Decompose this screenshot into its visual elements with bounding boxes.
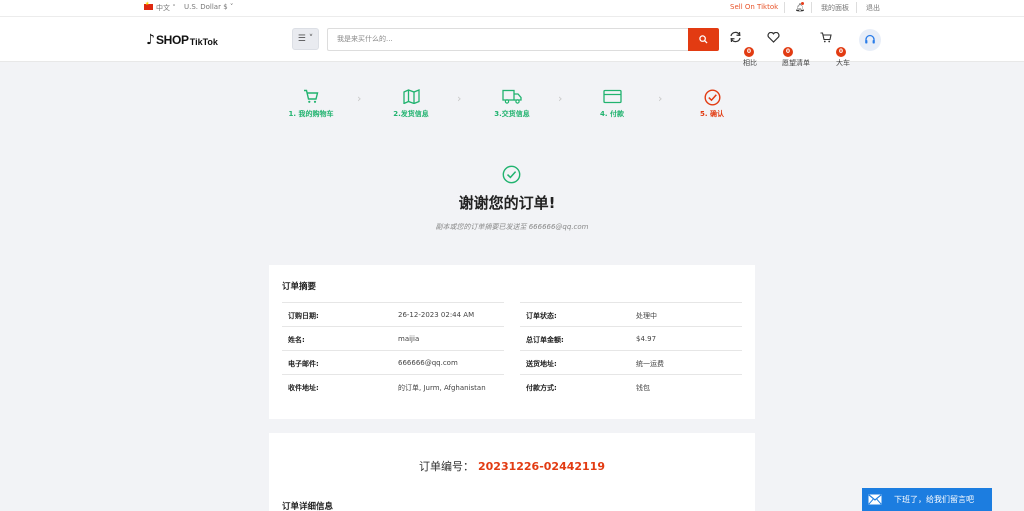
order-details-title: 订单详细信息 (282, 502, 334, 511)
envelope-icon (868, 494, 882, 505)
chevron-right-icon: › (658, 92, 663, 105)
summary-row: 收件地址: 的订单, Jurm, Afghanistan (282, 374, 504, 398)
order-number-line: 订单编号： 20231226-02442119 (269, 458, 755, 474)
order-summary-title: 订单摘要 (282, 282, 317, 292)
step-payment[interactable]: 4. 付款 (572, 89, 652, 119)
compare-count-badge: 0 (744, 47, 754, 57)
currency-selector[interactable]: U.S. Dollar $ ˅ (184, 3, 233, 11)
wishlist-button[interactable] (767, 32, 780, 43)
summary-key: 付款方式: (526, 384, 557, 392)
search-button[interactable] (688, 28, 719, 51)
leave-message-chat-widget[interactable]: 下班了，给我们留言吧 (862, 488, 992, 511)
check-circle-icon (502, 165, 521, 184)
order-summary-card: 订单摘要 订购日期: 26-12-2023 02:44 AM 姓名: maiji… (269, 265, 755, 419)
search-icon (699, 35, 708, 44)
cart-icon (304, 89, 319, 103)
china-flag-icon (144, 1, 153, 10)
map-icon (402, 89, 420, 104)
language-selector[interactable]: 中文 ˅ (156, 3, 176, 13)
heart-icon (767, 32, 780, 43)
summary-key: 收件地址: (288, 384, 319, 392)
sell-on-tiktok-link[interactable]: Sell On Tiktok (730, 3, 778, 11)
my-panel-link[interactable]: 我的面板 (821, 3, 849, 13)
step-label: 2.发货信息 (393, 110, 429, 118)
chat-label: 下班了，给我们留言吧 (894, 495, 974, 504)
thank-you-heading: 谢谢您的订单! (458, 194, 556, 212)
confirmation-email-note: 副本或您的订单摘要已发送至 666666@qq.com (435, 223, 589, 231)
truck-icon (502, 89, 522, 104)
divider (856, 2, 857, 13)
cart-label: 大车 (836, 59, 850, 67)
headset-icon (865, 34, 875, 44)
logo-shop-text: SHOP (155, 33, 189, 47)
divider (811, 2, 812, 13)
cart-icon (820, 32, 832, 43)
search-input[interactable]: 我是来买什么的... (327, 28, 688, 51)
step-label: 5. 确认 (700, 110, 724, 118)
summary-key: 姓名: (288, 336, 305, 344)
cart-count-badge: 0 (836, 47, 846, 57)
summary-key: 总订单金额: (526, 336, 564, 344)
summary-key: 电子邮件: (288, 360, 319, 368)
step-cart[interactable]: 1. 我的购物车 (271, 89, 351, 119)
compare-label: 相比 (743, 59, 757, 67)
cart-button[interactable] (820, 32, 832, 43)
summary-row: 订单状态: 处理中 (520, 302, 742, 326)
summary-value: 钱包 (636, 384, 650, 392)
summary-row: 送货地址: 统一运费 (520, 350, 742, 374)
divider (784, 2, 785, 13)
summary-row: 付款方式: 钱包 (520, 374, 742, 398)
summary-value: 统一运费 (636, 360, 664, 368)
order-number-label: 订单编号： (418, 460, 474, 473)
chevron-right-icon: › (457, 92, 462, 105)
step-confirm[interactable]: 5. 确认 (672, 89, 752, 119)
summary-value: 的订单, Jurm, Afghanistan (398, 384, 486, 392)
summary-value: 处理中 (636, 312, 657, 320)
summary-value: $4.97 (636, 335, 657, 343)
step-label: 4. 付款 (600, 110, 624, 118)
logout-link[interactable]: 退出 (866, 3, 880, 13)
wishlist-label: 愿望清单 (782, 59, 810, 67)
support-button[interactable] (859, 29, 881, 51)
category-menu-button[interactable]: ☰ ˅ (292, 28, 319, 50)
tiktok-note-icon: ♪ (146, 32, 155, 48)
summary-value: 26-12-2023 02:44 AM (398, 311, 475, 319)
step-shipping[interactable]: 2.发货信息 (371, 89, 451, 119)
summary-row: 订购日期: 26-12-2023 02:44 AM (282, 302, 504, 326)
chevron-right-icon: › (558, 92, 563, 105)
chevron-right-icon: › (357, 92, 362, 105)
check-circle-icon (703, 89, 721, 106)
step-label: 3.交货信息 (494, 110, 530, 118)
compare-button[interactable] (729, 31, 742, 43)
summary-row: 总订单金额: $4.97 (520, 326, 742, 350)
step-delivery[interactable]: 3.交货信息 (472, 89, 552, 119)
summary-key: 订单状态: (526, 312, 557, 320)
summary-key: 订购日期: (288, 312, 319, 320)
summary-row: 电子邮件: 666666@qq.com (282, 350, 504, 374)
step-label: 1. 我的购物车 (288, 110, 334, 118)
compare-icon (730, 31, 741, 43)
notification-dot (801, 2, 804, 5)
main-header: ♪ SHOP TikTok ☰ ˅ 我是来买什么的... 0 相比 0 愿望清单… (0, 17, 1024, 67)
order-number: 20231226-02442119 (477, 460, 606, 473)
summary-row: 姓名: maijia (282, 326, 504, 350)
order-details-card: 订单编号： 20231226-02442119 订单详细信息 (269, 433, 755, 511)
shop-tiktok-logo[interactable]: ♪ SHOP TikTok (146, 31, 218, 49)
summary-key: 送货地址: (526, 360, 557, 368)
wishlist-count-badge: 0 (783, 47, 793, 57)
credit-card-icon (602, 89, 622, 104)
logo-tiktok-text: TikTok (189, 36, 218, 47)
summary-value: maijia (398, 335, 420, 343)
summary-value: 666666@qq.com (398, 359, 458, 367)
top-utility-bar: 中文 ˅ U.S. Dollar $ ˅ Sell On Tiktok 🔔︎ 我… (0, 0, 1024, 17)
